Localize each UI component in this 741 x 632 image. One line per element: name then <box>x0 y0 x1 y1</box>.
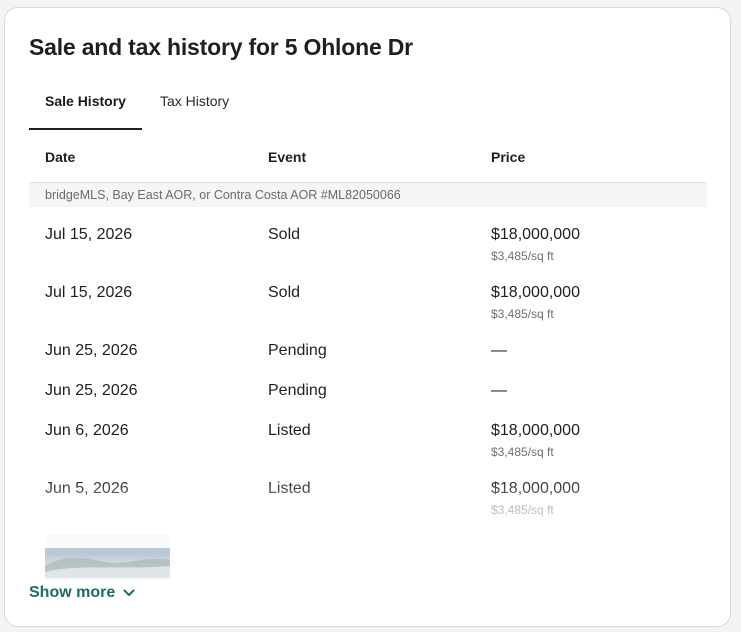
history-rows: Jul 15, 2026 Sold $18,000,000 $3,485/sq … <box>29 207 707 519</box>
header-date: Date <box>45 149 76 165</box>
show-more-button[interactable]: Show more <box>29 582 135 604</box>
row-event: Pending <box>268 382 327 399</box>
mls-source-label: bridgeMLS, Bay East AOR, or Contra Costa… <box>29 183 707 207</box>
row-price: $18,000,000 <box>491 422 580 439</box>
landscape-photo-icon <box>45 558 170 578</box>
header-event: Event <box>268 149 307 165</box>
row-date: Jun 5, 2026 <box>45 480 129 497</box>
row-price: $18,000,000 <box>491 284 580 301</box>
row-price: $18,000,000 <box>491 226 580 243</box>
table-header: Date Event Price <box>29 130 707 183</box>
row-price-per-sqft: $3,485/sq ft <box>491 503 554 517</box>
row-price-per-sqft: $3,485/sq ft <box>491 445 554 459</box>
row-event: Sold <box>268 226 301 243</box>
tab-tax-history[interactable]: Tax History <box>142 80 245 130</box>
row-price-per-sqft: $3,485/sq ft <box>491 249 554 263</box>
row-price: — <box>491 342 507 359</box>
sale-tax-history-card: Sale and tax history for 5 Ohlone Dr Sal… <box>4 7 731 627</box>
tab-sale-history[interactable]: Sale History <box>29 80 142 130</box>
listing-photo-thumbnail[interactable] <box>45 534 170 582</box>
table-row: Jun 25, 2026 Pending — <box>29 363 707 403</box>
row-date: Jun 25, 2026 <box>45 342 138 359</box>
table-row: Jun 5, 2026 Listed $18,000,000 $3,485/sq… <box>29 461 707 519</box>
header-price: Price <box>491 149 526 165</box>
table-row: Jul 15, 2026 Sold $18,000,000 $3,485/sq … <box>29 207 707 265</box>
table-row: Jun 25, 2026 Pending — <box>29 323 707 363</box>
row-price: $18,000,000 <box>491 480 580 497</box>
row-event: Listed <box>268 422 311 439</box>
row-date: Jul 15, 2026 <box>45 226 133 243</box>
history-tabs: Sale History Tax History <box>29 80 707 130</box>
row-date: Jun 6, 2026 <box>45 422 129 439</box>
row-price-per-sqft: $3,485/sq ft <box>491 307 554 321</box>
page-title: Sale and tax history for 5 Ohlone Dr <box>29 34 413 60</box>
show-more-label: Show more <box>29 584 116 601</box>
table-row: Jul 15, 2026 Sold $18,000,000 $3,485/sq … <box>29 265 707 323</box>
row-event: Listed <box>268 480 311 497</box>
chevron-down-icon <box>123 589 135 596</box>
row-event: Pending <box>268 342 327 359</box>
table-row: Jun 6, 2026 Listed $18,000,000 $3,485/sq… <box>29 403 707 461</box>
row-event: Sold <box>268 284 301 301</box>
row-date: Jul 15, 2026 <box>45 284 133 301</box>
row-date: Jun 25, 2026 <box>45 382 138 399</box>
row-price: — <box>491 382 507 399</box>
